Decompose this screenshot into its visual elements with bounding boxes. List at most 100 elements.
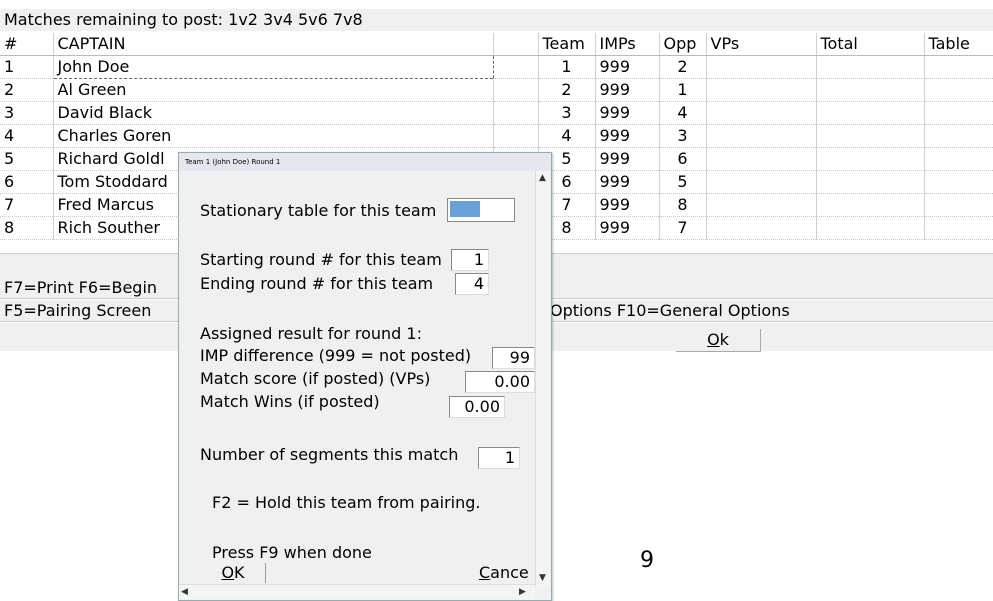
- col-num: #: [0, 33, 54, 56]
- total-cell[interactable]: [816, 124, 925, 148]
- starting-round-label: Starting round # for this team: [200, 250, 442, 269]
- total-cell[interactable]: [816, 216, 925, 240]
- dialog-ok-mnemonic: O: [221, 563, 235, 582]
- dialog-body: Stationary table for this team Starting …: [179, 171, 535, 583]
- imps-cell[interactable]: 999: [595, 124, 660, 148]
- function-keys-text-1: F7=Print F6=Begin: [4, 278, 158, 297]
- table-row[interactable]: 4 Charles Goren 4 999 3: [0, 124, 993, 148]
- row-num: 6: [0, 170, 54, 194]
- col-captain: CAPTAIN: [53, 33, 494, 56]
- blank-cell: [493, 78, 539, 102]
- table-cell[interactable]: [924, 170, 993, 194]
- dialog-cancel-mnemonic: C: [479, 563, 491, 582]
- table-row[interactable]: 3 David Black 3 999 4: [0, 101, 993, 125]
- table-cell[interactable]: [924, 55, 993, 79]
- opp-cell[interactable]: 3: [659, 124, 707, 148]
- opp-cell[interactable]: 1: [659, 78, 707, 102]
- col-opp: Opp: [659, 33, 707, 56]
- table-cell[interactable]: [924, 216, 993, 240]
- dialog-title: Team 1 (John Doe) Round 1: [179, 153, 551, 171]
- captain-cell[interactable]: Al Green: [53, 78, 494, 102]
- dialog-horizontal-scrollbar[interactable]: ◀ ▶: [179, 584, 535, 599]
- assigned-result-label: Assigned result for round 1:: [200, 324, 422, 343]
- dialog-cancel-button[interactable]: Cance: [479, 563, 535, 583]
- col-vps: VPs: [706, 33, 817, 56]
- opp-cell[interactable]: 8: [659, 193, 707, 217]
- opp-cell[interactable]: 4: [659, 101, 707, 125]
- team-cell[interactable]: 1: [538, 55, 596, 79]
- col-table: Table: [924, 33, 993, 56]
- opp-cell[interactable]: 2: [659, 55, 707, 79]
- stationary-table-field[interactable]: [447, 198, 515, 222]
- opp-cell[interactable]: 6: [659, 147, 707, 171]
- imps-cell[interactable]: 999: [595, 170, 660, 194]
- imp-difference-field[interactable]: 99: [492, 347, 535, 369]
- row-num: 7: [0, 193, 54, 217]
- total-cell[interactable]: [816, 78, 925, 102]
- segments-label: Number of segments this match: [200, 445, 459, 464]
- match-score-field[interactable]: 0.00: [465, 371, 535, 393]
- imps-cell[interactable]: 999: [595, 78, 660, 102]
- table-cell[interactable]: [924, 101, 993, 125]
- vps-cell[interactable]: [706, 55, 817, 79]
- imps-cell[interactable]: 999: [595, 147, 660, 171]
- dialog-ok-button[interactable]: OK: [201, 563, 266, 583]
- imps-cell[interactable]: 999: [595, 193, 660, 217]
- main-ok-button[interactable]: Ok: [676, 329, 761, 352]
- imps-cell[interactable]: 999: [595, 101, 660, 125]
- table-header-row: # CAPTAIN Team IMPs Opp VPs Total Table: [0, 33, 993, 56]
- vps-cell[interactable]: [706, 147, 817, 171]
- col-team: Team: [538, 33, 596, 56]
- table-cell[interactable]: [924, 193, 993, 217]
- team-cell[interactable]: 3: [538, 101, 596, 125]
- ending-round-label: Ending round # for this team: [200, 274, 434, 293]
- scroll-up-arrow-icon[interactable]: ▲: [539, 173, 546, 183]
- total-cell[interactable]: [816, 55, 925, 79]
- dialog-ok-rest: K: [234, 563, 245, 582]
- table-cell[interactable]: [924, 147, 993, 171]
- row-num: 8: [0, 216, 54, 240]
- function-keys-text-3: Options F10=General Options: [550, 301, 790, 320]
- function-keys-text-2: F5=Pairing Screen: [4, 301, 152, 320]
- blank-cell: [493, 55, 539, 79]
- opp-cell[interactable]: 7: [659, 216, 707, 240]
- press-f9-text: Press F9 when done: [212, 543, 372, 562]
- imps-cell[interactable]: 999: [595, 216, 660, 240]
- team-cell[interactable]: 2: [538, 78, 596, 102]
- matches-remaining-header: Matches remaining to post: 1v2 3v4 5v6 7…: [0, 9, 993, 31]
- row-num: 3: [0, 101, 54, 125]
- opp-cell[interactable]: 5: [659, 170, 707, 194]
- table-cell[interactable]: [924, 78, 993, 102]
- captain-cell[interactable]: David Black: [53, 101, 494, 125]
- vps-cell[interactable]: [706, 101, 817, 125]
- scroll-down-arrow-icon[interactable]: ▼: [539, 573, 546, 583]
- vps-cell[interactable]: [706, 170, 817, 194]
- dialog-vertical-scrollbar[interactable]: ▲ ▼: [535, 171, 550, 587]
- total-cell[interactable]: [816, 101, 925, 125]
- ok-mnemonic: O: [707, 330, 720, 349]
- captain-cell[interactable]: John Doe: [52, 55, 494, 79]
- total-cell[interactable]: [816, 193, 925, 217]
- imps-cell[interactable]: 999: [595, 55, 660, 79]
- total-cell[interactable]: [816, 147, 925, 171]
- segments-field[interactable]: 1: [478, 447, 520, 469]
- total-cell[interactable]: [816, 170, 925, 194]
- blank-cell: [493, 101, 539, 125]
- vps-cell[interactable]: [706, 124, 817, 148]
- scroll-left-arrow-icon[interactable]: ◀: [181, 587, 188, 597]
- vps-cell[interactable]: [706, 78, 817, 102]
- scroll-right-arrow-icon[interactable]: ▶: [519, 587, 526, 597]
- table-row[interactable]: 1 John Doe 1 999 2: [0, 55, 993, 79]
- dialog-cancel-rest: ance: [490, 563, 529, 582]
- vps-cell[interactable]: [706, 193, 817, 217]
- ending-round-field[interactable]: 4: [455, 273, 489, 295]
- captain-cell[interactable]: Charles Goren: [53, 124, 494, 148]
- col-blank: [493, 33, 539, 56]
- table-row[interactable]: 2 Al Green 2 999 1: [0, 78, 993, 102]
- vps-cell[interactable]: [706, 216, 817, 240]
- starting-round-field[interactable]: 1: [451, 249, 489, 271]
- team-cell[interactable]: 4: [538, 124, 596, 148]
- match-wins-field[interactable]: 0.00: [449, 396, 505, 418]
- table-cell[interactable]: [924, 124, 993, 148]
- imp-difference-label: IMP difference (999 = not posted): [200, 346, 472, 365]
